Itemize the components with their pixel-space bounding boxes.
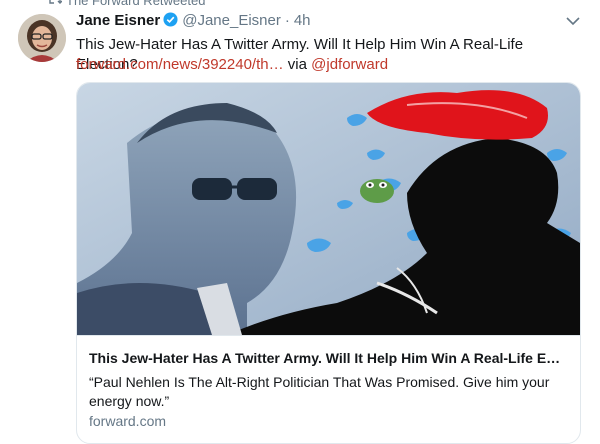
handle[interactable]: @Jane_Eisner	[182, 12, 281, 29]
card-domain: forward.com	[89, 413, 167, 429]
card-body[interactable]: This Jew-Hater Has A Twitter Army. Will …	[77, 335, 580, 443]
timestamp[interactable]: 4h	[294, 12, 311, 29]
card-title[interactable]: This Jew-Hater Has A Twitter Army. Will …	[89, 350, 569, 366]
tweet-link[interactable]: forward.com/news/392240/th…	[76, 56, 284, 73]
link-card[interactable]: This Jew-Hater Has A Twitter Army. Will …	[76, 82, 581, 444]
tweet-link-line: forward.com/news/392240/th… via @jdforwa…	[76, 55, 388, 75]
card-description: “Paul Nehlen Is The Alt-Right Politician…	[89, 374, 550, 409]
frog-icon	[360, 179, 394, 203]
chevron-down-icon[interactable]	[566, 16, 580, 26]
display-name[interactable]: Jane Eisner	[76, 12, 160, 29]
via-handle-link[interactable]: @jdforward	[311, 56, 388, 73]
avatar[interactable]	[18, 14, 66, 62]
retweet-label[interactable]: The Forward Retweeted	[66, 0, 205, 8]
retweet-context: The Forward Retweeted	[0, 0, 600, 8]
via-label: via	[287, 56, 307, 73]
verified-badge-icon	[163, 12, 178, 27]
separator-dot: ·	[284, 12, 290, 29]
card-image[interactable]	[77, 83, 580, 335]
tweet-header: Jane Eisner @Jane_Eisner · 4h	[76, 12, 311, 32]
retweet-icon	[49, 0, 62, 4]
